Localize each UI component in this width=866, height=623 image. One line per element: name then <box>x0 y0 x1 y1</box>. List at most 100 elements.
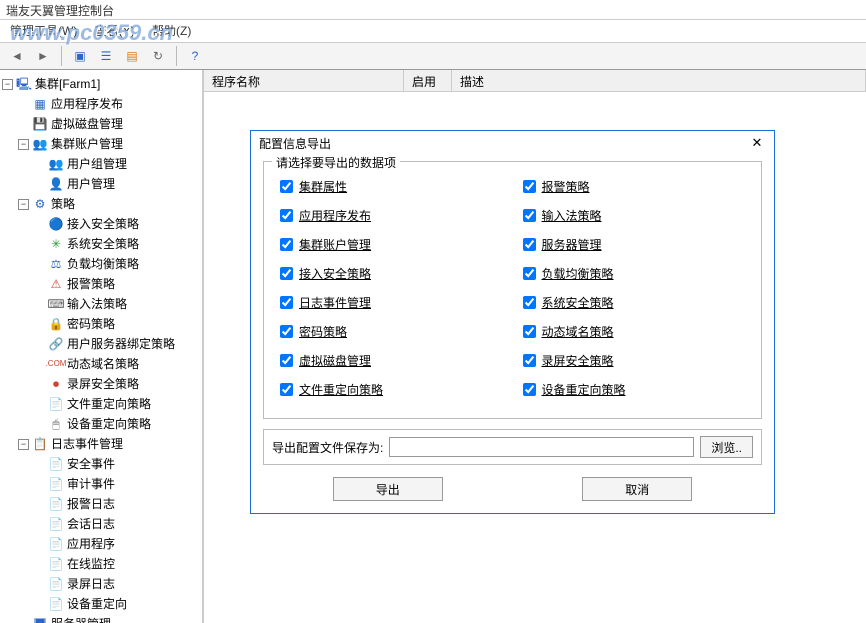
tool-btn-3[interactable]: ▤ <box>121 45 143 67</box>
export-button[interactable]: 导出 <box>333 477 443 501</box>
tree-rec-log[interactable]: 📄录屏日志 <box>32 574 202 594</box>
col-header-enable[interactable]: 启用 <box>404 70 452 91</box>
chk-acct-mgmt[interactable]: 集群账户管理 <box>280 236 503 253</box>
chk-label[interactable]: 应用程序发布 <box>299 207 371 224</box>
nav-back-button[interactable]: ◄ <box>6 45 28 67</box>
tree-ime[interactable]: ⌨输入法策略 <box>32 294 202 314</box>
col-header-desc[interactable]: 描述 <box>452 70 866 91</box>
checkbox[interactable] <box>523 209 536 222</box>
tool-btn-5[interactable]: ? <box>184 45 206 67</box>
checkbox[interactable] <box>523 296 536 309</box>
chk-ddns-policy[interactable]: 动态域名策略 <box>523 323 746 340</box>
tree-alarm[interactable]: ⚠报警策略 <box>32 274 202 294</box>
checkbox[interactable] <box>280 180 293 193</box>
tree-user-srv-bind[interactable]: 🔗用户服务器绑定策略 <box>32 334 202 354</box>
chk-app-pub[interactable]: 应用程序发布 <box>280 207 503 224</box>
chk-label[interactable]: 集群属性 <box>299 178 347 195</box>
tree-load-bal[interactable]: ⚖负载均衡策略 <box>32 254 202 274</box>
toggle-icon[interactable]: − <box>18 439 29 450</box>
nav-fwd-button[interactable]: ► <box>32 45 54 67</box>
checkbox[interactable] <box>280 238 293 251</box>
tree-audit-evt[interactable]: 📄审计事件 <box>32 474 202 494</box>
browse-button[interactable]: 浏览.. <box>700 436 753 458</box>
tree-sys-sec[interactable]: ✳系统安全策略 <box>32 234 202 254</box>
menu-view[interactable]: 查看(Y) <box>95 24 135 38</box>
chk-srv-mgmt[interactable]: 服务器管理 <box>523 236 746 253</box>
chk-label[interactable]: 报警策略 <box>542 178 590 195</box>
tree-log-evt[interactable]: −📋日志事件管理 <box>16 434 202 454</box>
tree-app-log[interactable]: 📄应用程序 <box>32 534 202 554</box>
chk-label[interactable]: 日志事件管理 <box>299 294 371 311</box>
checkbox[interactable] <box>523 383 536 396</box>
chk-ime-policy[interactable]: 输入法策略 <box>523 207 746 224</box>
checkbox[interactable] <box>280 354 293 367</box>
tree-acct[interactable]: −👥集群账户管理 <box>16 134 202 154</box>
tree-access-sec[interactable]: 🔵接入安全策略 <box>32 214 202 234</box>
chk-cluster-attr[interactable]: 集群属性 <box>280 178 503 195</box>
tool-btn-1[interactable]: ▣ <box>69 45 91 67</box>
checkbox[interactable] <box>280 209 293 222</box>
chk-label[interactable]: 接入安全策略 <box>299 265 371 282</box>
chk-alarm-policy[interactable]: 报警策略 <box>523 178 746 195</box>
chk-label[interactable]: 动态域名策略 <box>542 323 614 340</box>
chk-label[interactable]: 设备重定向策略 <box>542 381 626 398</box>
checkbox[interactable] <box>280 267 293 280</box>
tree-policy[interactable]: −⚙策略 <box>16 194 202 214</box>
checkbox[interactable] <box>280 383 293 396</box>
col-header-name[interactable]: 程序名称 <box>204 70 404 91</box>
chk-label[interactable]: 输入法策略 <box>542 207 602 224</box>
chk-dev-redir[interactable]: 设备重定向策略 <box>523 381 746 398</box>
chk-file-redir[interactable]: 文件重定向策略 <box>280 381 503 398</box>
checkbox[interactable] <box>523 180 536 193</box>
tree-dev-redir-log[interactable]: 📄设备重定向 <box>32 594 202 614</box>
chk-vdisk-mgmt[interactable]: 虚拟磁盘管理 <box>280 352 503 369</box>
checkbox[interactable] <box>280 325 293 338</box>
toggle-icon[interactable]: − <box>18 199 29 210</box>
checkbox[interactable] <box>280 296 293 309</box>
checkbox[interactable] <box>523 325 536 338</box>
chk-label[interactable]: 文件重定向策略 <box>299 381 383 398</box>
checkbox[interactable] <box>523 267 536 280</box>
tree-srv-mgmt[interactable]: 🖥服务器管理 <box>16 614 202 623</box>
chk-label[interactable]: 虚拟磁盘管理 <box>299 352 371 369</box>
toggle-icon[interactable]: − <box>18 139 29 150</box>
tree-sec-evt[interactable]: 📄安全事件 <box>32 454 202 474</box>
alarm-icon: ⚠ <box>48 276 64 292</box>
close-button[interactable]: ✕ <box>748 134 766 152</box>
toggle-icon[interactable]: − <box>2 79 13 90</box>
tree-rec-sec[interactable]: ⏺录屏安全策略 <box>32 374 202 394</box>
chk-label[interactable]: 系统安全策略 <box>542 294 614 311</box>
chk-load-bal[interactable]: 负载均衡策略 <box>523 265 746 282</box>
chk-pwd-policy[interactable]: 密码策略 <box>280 323 503 340</box>
chk-access-sec[interactable]: 接入安全策略 <box>280 265 503 282</box>
tree-root[interactable]: − 🖳 集群[Farm1] <box>0 74 202 94</box>
tree-vdisk[interactable]: 💾虚拟磁盘管理 <box>16 114 202 134</box>
menu-tool[interactable]: 管理工具(W) <box>10 24 77 38</box>
chk-sys-sec[interactable]: 系统安全策略 <box>523 294 746 311</box>
tree-session-log[interactable]: 📄会话日志 <box>32 514 202 534</box>
chk-label[interactable]: 密码策略 <box>299 323 347 340</box>
chk-label[interactable]: 集群账户管理 <box>299 236 371 253</box>
checkbox[interactable] <box>523 354 536 367</box>
tree-online-mon[interactable]: 📄在线监控 <box>32 554 202 574</box>
tool-btn-4[interactable]: ↻ <box>147 45 169 67</box>
tree-group-mgmt[interactable]: 👥用户组管理 <box>32 154 202 174</box>
chk-label[interactable]: 服务器管理 <box>542 236 602 253</box>
tree-app-pub[interactable]: ▦应用程序发布 <box>16 94 202 114</box>
save-path-input[interactable] <box>389 437 694 457</box>
tree-pwd[interactable]: 🔒密码策略 <box>32 314 202 334</box>
menu-help[interactable]: 帮助(Z) <box>152 24 191 38</box>
tree-user-mgmt[interactable]: 👤用户管理 <box>32 174 202 194</box>
tree-file-redir[interactable]: 📄文件重定向策略 <box>32 394 202 414</box>
cancel-button[interactable]: 取消 <box>582 477 692 501</box>
chk-label[interactable]: 录屏安全策略 <box>542 352 614 369</box>
tool-btn-2[interactable]: ☰ <box>95 45 117 67</box>
tree-alarm-log[interactable]: 📄报警日志 <box>32 494 202 514</box>
chk-rec-sec[interactable]: 录屏安全策略 <box>523 352 746 369</box>
checkbox[interactable] <box>523 238 536 251</box>
shield-icon: 🔵 <box>48 216 64 232</box>
tree-ddns[interactable]: .COM动态域名策略 <box>32 354 202 374</box>
tree-dev-redir[interactable]: 🖱设备重定向策略 <box>32 414 202 434</box>
chk-label[interactable]: 负载均衡策略 <box>542 265 614 282</box>
chk-log-evt[interactable]: 日志事件管理 <box>280 294 503 311</box>
